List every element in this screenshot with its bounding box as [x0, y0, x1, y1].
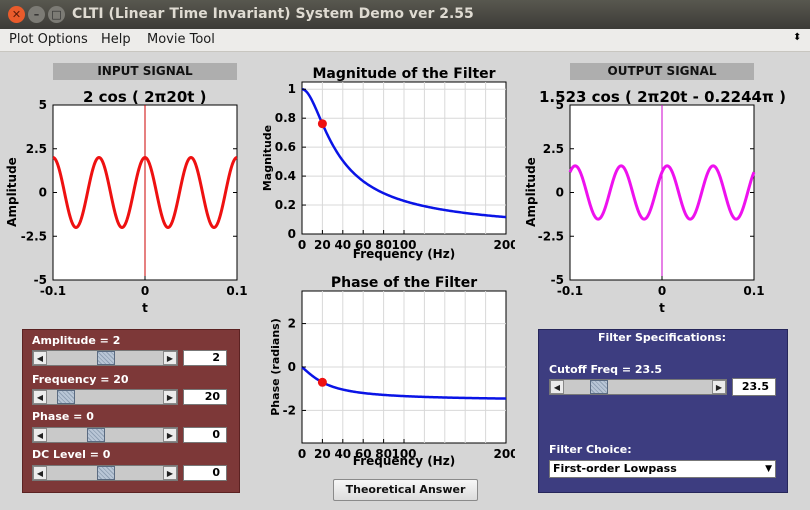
- filter-choice-label: Filter Choice:: [549, 443, 632, 456]
- y-tick-label: 2: [288, 317, 296, 331]
- magnitude-xlabel: Frequency (Hz): [353, 247, 455, 261]
- x-tick-label: 40: [334, 447, 351, 461]
- frequency-label: Frequency = 20: [32, 373, 129, 386]
- y-tick-label: 0: [39, 186, 47, 200]
- phase-ylabel: Phase (radians): [269, 318, 282, 416]
- x-tick-label: 0: [658, 284, 666, 298]
- magnitude-title: Magnitude of the Filter: [312, 66, 495, 82]
- slider-thumb[interactable]: [97, 351, 115, 365]
- menu-plot-options[interactable]: Plot Options: [9, 32, 88, 47]
- y-tick-label: 5: [39, 100, 47, 112]
- y-tick-label: -2.5: [21, 229, 47, 243]
- dc-level-slider[interactable]: ◀ ▶: [32, 465, 178, 481]
- x-tick-label: 0.1: [743, 284, 764, 298]
- slider-thumb[interactable]: [87, 428, 105, 442]
- slider-left-arrow-icon[interactable]: ◀: [33, 466, 47, 480]
- menu-help[interactable]: Help: [101, 32, 131, 47]
- menu-bar: Plot Options Help Movie Tool ⬍: [0, 29, 810, 52]
- output-xlabel: t: [659, 301, 665, 315]
- x-tick-label: 40: [334, 238, 351, 252]
- theoretical-answer-button[interactable]: Theoretical Answer: [333, 479, 478, 501]
- frequency-value-field[interactable]: 20: [183, 389, 227, 405]
- y-tick-label: 0: [556, 186, 564, 200]
- amplitude-slider[interactable]: ◀ ▶: [32, 350, 178, 366]
- slider-thumb[interactable]: [590, 380, 609, 394]
- slider-left-arrow-icon[interactable]: ◀: [33, 390, 47, 404]
- phase-slider[interactable]: ◀ ▶: [32, 427, 178, 443]
- x-tick-label: 0: [141, 284, 149, 298]
- x-tick-label: 0: [298, 238, 306, 252]
- y-tick-label: -2: [283, 403, 296, 417]
- dc-level-value-field[interactable]: 0: [183, 465, 227, 481]
- y-tick-label: 2.5: [543, 142, 564, 156]
- slider-left-arrow-icon[interactable]: ◀: [550, 380, 564, 394]
- title-bar: ✕ – □ CLTI (Linear Time Invariant) Syste…: [0, 0, 810, 29]
- y-tick-label: 0.6: [275, 140, 296, 154]
- slider-right-arrow-icon[interactable]: ▶: [712, 380, 726, 394]
- filter-choice-select[interactable]: First-order Lowpass ▼: [549, 460, 776, 478]
- magnitude-marker: [317, 119, 327, 129]
- x-tick-label: 20: [314, 447, 331, 461]
- filter-specifications-title: Filter Specifications:: [597, 331, 727, 344]
- x-tick-label: -0.1: [40, 284, 66, 298]
- close-icon[interactable]: ✕: [8, 6, 25, 23]
- x-tick-label: 200: [493, 238, 515, 252]
- phase-plot: Phase of the Filter 20-2 0 20 40 60 80 100 200…: [269, 275, 515, 468]
- slider-thumb[interactable]: [57, 390, 75, 404]
- slider-right-arrow-icon[interactable]: ▶: [163, 390, 177, 404]
- phase-title: Phase of the Filter: [331, 275, 477, 291]
- phase-xlabel: Frequency (Hz): [353, 454, 455, 468]
- window-title: CLTI (Linear Time Invariant) System Demo…: [72, 6, 474, 22]
- chevron-down-icon: ▼: [765, 464, 772, 474]
- slider-right-arrow-icon[interactable]: ▶: [163, 466, 177, 480]
- slider-thumb[interactable]: [97, 466, 115, 480]
- phase-marker: [317, 377, 327, 387]
- y-tick-label: 0.8: [275, 111, 296, 125]
- phase-value-field[interactable]: 0: [183, 427, 227, 443]
- filter-choice-value: First-order Lowpass: [553, 462, 677, 475]
- magnitude-plot: Magnitude of the Filter 1 0.8 0.6 0.4 0.2 0 0…: [261, 66, 515, 261]
- x-tick-label: 200: [493, 447, 515, 461]
- y-tick-label: 0.2: [275, 198, 296, 212]
- slider-right-arrow-icon[interactable]: ▶: [163, 351, 177, 365]
- y-tick-label: 0: [288, 227, 296, 241]
- cutoff-freq-value-field[interactable]: 23.5: [732, 378, 776, 396]
- output-signal-header: OUTPUT SIGNAL: [570, 63, 754, 80]
- y-tick-label: 0: [288, 360, 296, 374]
- amplitude-label: Amplitude = 2: [32, 334, 121, 347]
- cutoff-freq-label: Cutoff Freq = 23.5: [549, 363, 663, 376]
- output-signal-plot: 52.50-2.5-5 -0.1 0 0.1 Amplitude t: [524, 100, 765, 315]
- magnitude-ylabel: Magnitude: [261, 125, 274, 191]
- y-tick-label: -2.5: [538, 229, 564, 243]
- frequency-slider[interactable]: ◀ ▶: [32, 389, 178, 405]
- amplitude-value-field[interactable]: 2: [183, 350, 227, 366]
- cutoff-freq-slider[interactable]: ◀ ▶: [549, 379, 727, 395]
- slider-right-arrow-icon[interactable]: ▶: [163, 428, 177, 442]
- slider-left-arrow-icon[interactable]: ◀: [33, 428, 47, 442]
- y-tick-label: 1: [288, 82, 296, 96]
- x-tick-label: 0.1: [226, 284, 247, 298]
- x-tick-label: 0: [298, 447, 306, 461]
- menu-movie-tool[interactable]: Movie Tool: [147, 32, 215, 47]
- input-signal-plot: 52.50-2.5-5 -0.1 0 0.1 Amplitude t: [5, 100, 248, 315]
- y-tick-label: 0.4: [275, 169, 296, 183]
- x-tick-label: 20: [314, 238, 331, 252]
- slider-left-arrow-icon[interactable]: ◀: [33, 351, 47, 365]
- maximize-icon[interactable]: □: [48, 6, 65, 23]
- menu-expand-icon[interactable]: ⬍: [793, 32, 801, 43]
- phase-label: Phase = 0: [32, 410, 94, 423]
- minimize-icon[interactable]: –: [28, 6, 45, 23]
- x-tick-label: -0.1: [557, 284, 583, 298]
- input-xlabel: t: [142, 301, 148, 315]
- input-ylabel: Amplitude: [5, 157, 19, 227]
- dc-level-label: DC Level = 0: [32, 448, 111, 461]
- y-tick-label: 2.5: [26, 142, 47, 156]
- y-tick-label: 5: [556, 100, 564, 112]
- output-ylabel: Amplitude: [524, 157, 538, 227]
- input-signal-header: INPUT SIGNAL: [53, 63, 237, 80]
